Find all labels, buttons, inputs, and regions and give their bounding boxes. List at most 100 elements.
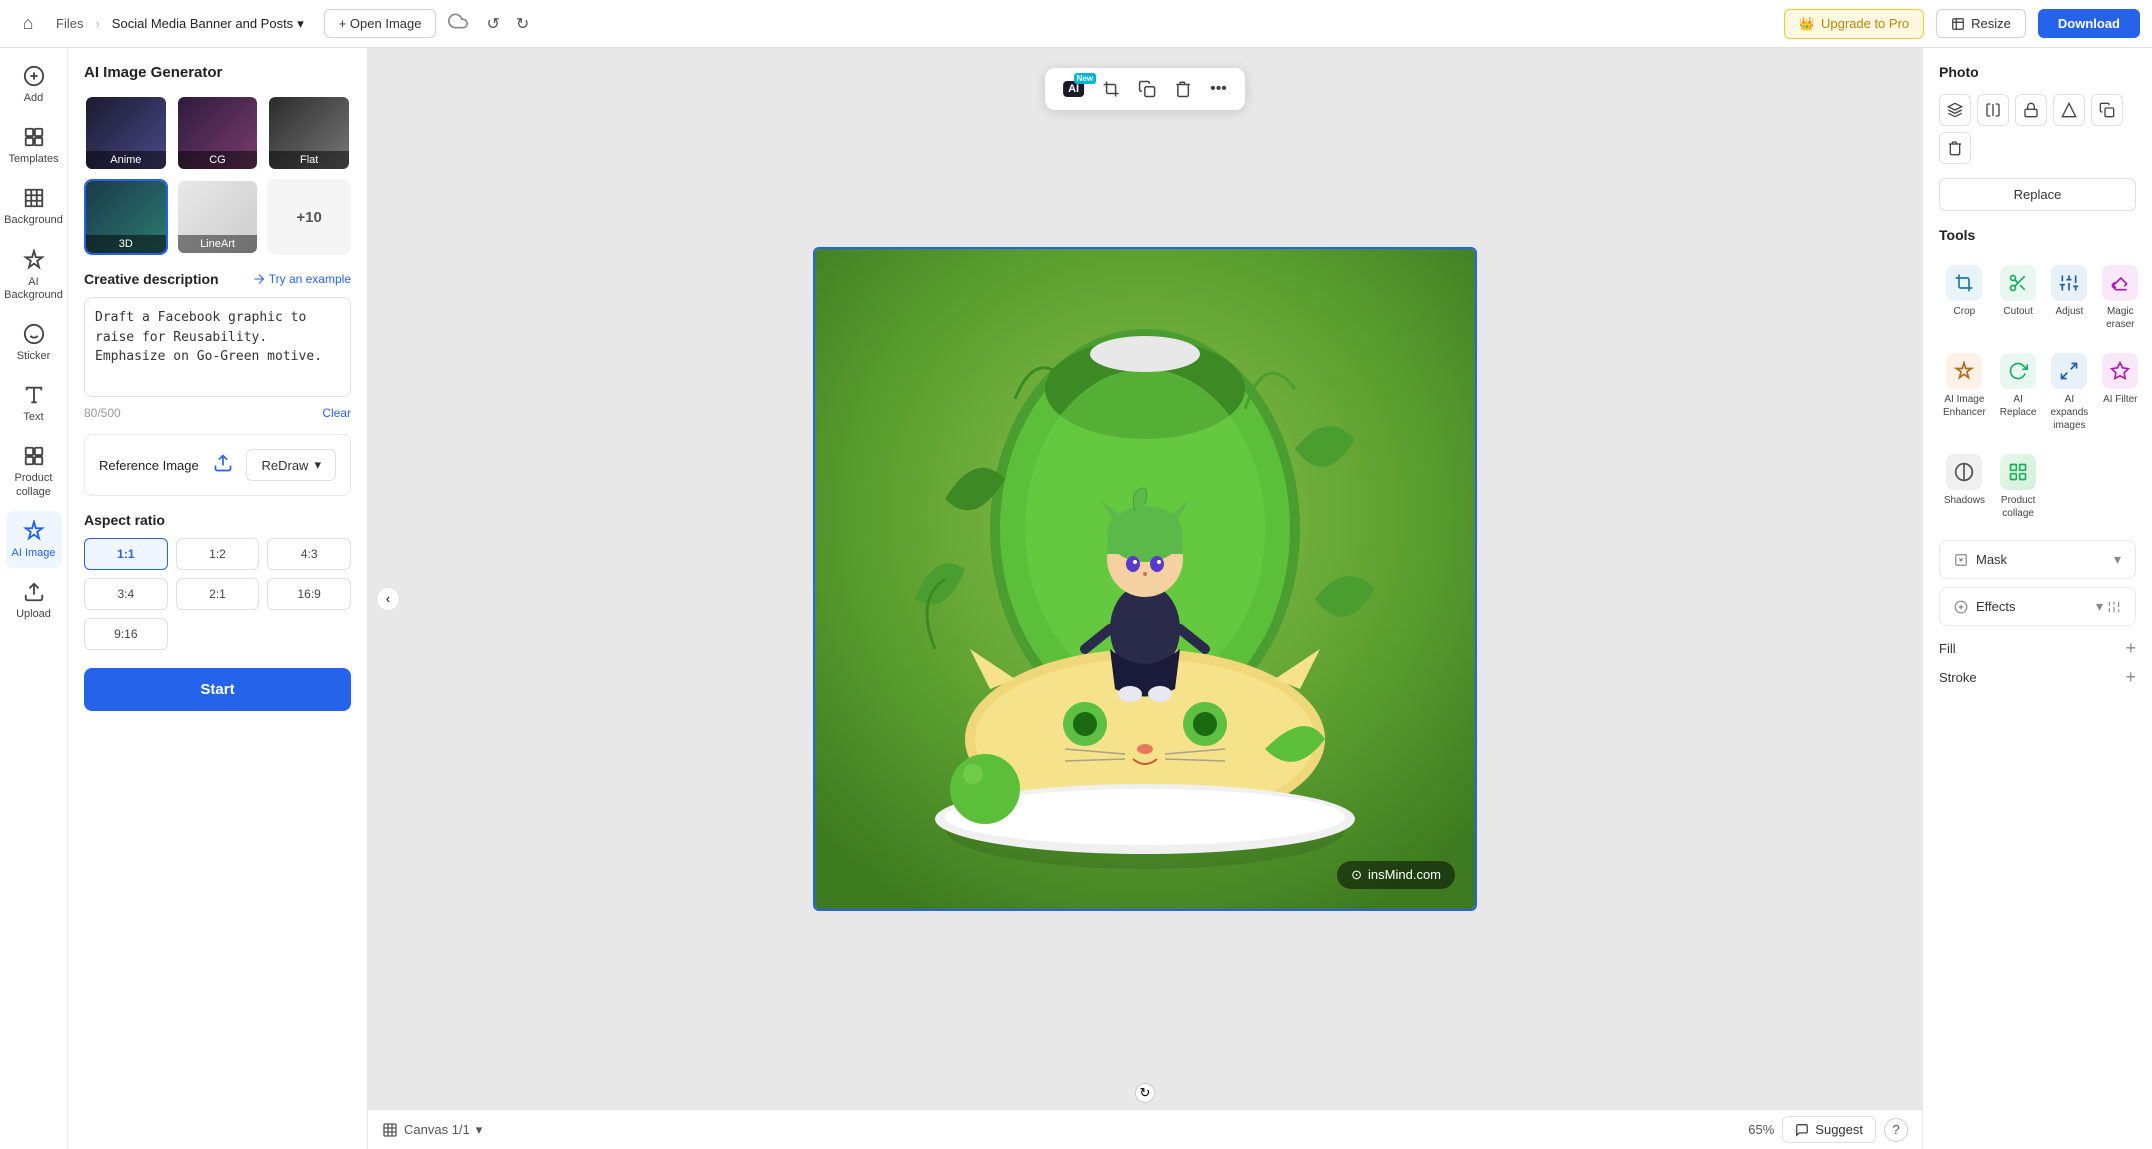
- tool-shadows[interactable]: Shadows: [1939, 446, 1990, 528]
- fill-add-icon[interactable]: +: [2125, 638, 2136, 659]
- sidebar-item-upload[interactable]: Upload: [6, 572, 62, 629]
- ai-replace-tool-icon: [2000, 353, 2036, 389]
- ai-enhancer-tool-label: AI Image Enhancer: [1943, 393, 1986, 419]
- delete-canvas-button[interactable]: [1166, 74, 1200, 104]
- tool-ai-enhancer[interactable]: AI Image Enhancer: [1939, 345, 1990, 440]
- sidebar-item-background[interactable]: Background: [6, 178, 62, 235]
- creative-desc-header: Creative description Try an example: [84, 271, 351, 287]
- sidebar-item-text[interactable]: Text: [6, 375, 62, 432]
- tool-adjust[interactable]: Adjust: [2046, 257, 2092, 339]
- flip-icon-button[interactable]: [1977, 94, 2009, 126]
- try-example-button[interactable]: Try an example: [253, 272, 351, 286]
- download-button[interactable]: Download: [2038, 9, 2140, 38]
- sidebar-item-templates[interactable]: Templates: [6, 117, 62, 174]
- files-link[interactable]: Files: [56, 16, 83, 31]
- effects-expand-icon: ▾: [2096, 598, 2121, 615]
- creative-description-textarea[interactable]: [84, 297, 351, 397]
- canvas-info: Canvas 1/1 ▾: [382, 1122, 482, 1138]
- mask-title: Mask: [1976, 552, 2007, 567]
- style-cg[interactable]: CG: [176, 95, 260, 171]
- ai-image-icon: [22, 519, 46, 543]
- tool-ai-replace[interactable]: AI Replace: [1996, 345, 2041, 440]
- clear-button[interactable]: Clear: [322, 406, 351, 420]
- ratio-grid: 1:1 1:2 4:3 3:4 2:1 16:9 9:16: [84, 538, 351, 650]
- sidebar-item-add[interactable]: Add: [6, 56, 62, 113]
- rotate-handle[interactable]: ↻: [1135, 1083, 1155, 1103]
- shadows-tool-icon: [1946, 454, 1982, 490]
- lock-icon-button[interactable]: [2015, 94, 2047, 126]
- sidebar-item-product-collage[interactable]: Product collage: [6, 436, 62, 506]
- resize-button[interactable]: Resize: [1936, 9, 2026, 38]
- canvas-bottom-bar: Canvas 1/1 ▾ 65% Suggest ?: [368, 1109, 1922, 1149]
- effects-section[interactable]: Effects ▾: [1939, 587, 2136, 626]
- effects-icon: [1954, 600, 1968, 614]
- chevron-down-icon: ▾: [314, 457, 321, 473]
- ai-replace-tool-label: AI Replace: [2000, 393, 2037, 419]
- open-image-button[interactable]: + Open Image: [324, 9, 437, 38]
- crop-canvas-button[interactable]: [1094, 74, 1128, 104]
- undo-button[interactable]: ↺: [480, 10, 505, 38]
- chevron-down-icon: ▾: [297, 16, 304, 32]
- start-button[interactable]: Start: [84, 668, 351, 711]
- tool-product-collage[interactable]: Product collage: [1996, 446, 2041, 528]
- cutout-tool-label: Cutout: [2003, 305, 2032, 318]
- replace-button[interactable]: Replace: [1939, 178, 2136, 211]
- suggest-button[interactable]: Suggest: [1782, 1116, 1876, 1143]
- upgrade-button[interactable]: 👑 Upgrade to Pro: [1784, 9, 1924, 39]
- style-flat-label: Flat: [269, 151, 349, 169]
- project-name[interactable]: Social Media Banner and Posts ▾: [112, 16, 304, 32]
- duplicate-icon-button[interactable]: [2091, 94, 2123, 126]
- redraw-button[interactable]: ReDraw ▾: [246, 449, 336, 481]
- tool-crop[interactable]: Crop: [1939, 257, 1990, 339]
- desc-footer: 80/500 Clear: [84, 406, 351, 420]
- sidebar-item-label: Product collage: [10, 472, 58, 498]
- background-icon: [22, 186, 46, 210]
- style-3d[interactable]: 3D: [84, 179, 168, 255]
- sidebar-item-ai-background[interactable]: AI Background: [6, 240, 62, 310]
- undo-redo-group: ↺ ↻: [480, 10, 535, 38]
- ratio-4-3[interactable]: 4:3: [267, 538, 351, 570]
- ratio-9-16[interactable]: 9:16: [84, 618, 168, 650]
- style-cg-label: CG: [178, 151, 258, 169]
- canvas-expand-icon[interactable]: ▾: [476, 1122, 483, 1138]
- sidebar-item-label: AI Image: [11, 547, 55, 560]
- stroke-add-icon[interactable]: +: [2125, 667, 2136, 688]
- magic-eraser-tool-label: Magic eraser: [2102, 305, 2138, 331]
- upload-reference-button[interactable]: [213, 453, 233, 478]
- collapse-sidebar-button[interactable]: ‹: [376, 587, 400, 611]
- tool-ai-expands[interactable]: AI expands images: [2046, 345, 2092, 440]
- ratio-16-9[interactable]: 16:9: [267, 578, 351, 610]
- sidebar-item-ai-image[interactable]: AI Image: [6, 511, 62, 568]
- templates-icon: [22, 125, 46, 149]
- more-canvas-button[interactable]: •••: [1202, 74, 1235, 104]
- sidebar-item-sticker[interactable]: Sticker: [6, 314, 62, 371]
- delete-icon-button[interactable]: [1939, 132, 1971, 164]
- redo-button[interactable]: ↻: [510, 10, 535, 38]
- tool-magic-eraser[interactable]: Magic eraser: [2098, 257, 2142, 339]
- shape-icon-button[interactable]: [2053, 94, 2085, 126]
- style-flat[interactable]: Flat: [267, 95, 351, 171]
- ratio-1-1[interactable]: 1:1: [84, 538, 168, 570]
- style-anime[interactable]: Anime: [84, 95, 168, 171]
- magic-eraser-tool-icon: [2102, 265, 2138, 301]
- style-more-button[interactable]: +10: [267, 179, 351, 255]
- layers-icon-button[interactable]: [1939, 94, 1971, 126]
- home-button[interactable]: ⌂: [12, 8, 44, 40]
- ai-background-icon: [22, 248, 46, 272]
- cloud-sync-icon[interactable]: [448, 11, 468, 36]
- ratio-2-1[interactable]: 2:1: [176, 578, 260, 610]
- canvas-content: ‹: [368, 48, 1922, 1109]
- tool-cutout[interactable]: Cutout: [1996, 257, 2041, 339]
- breadcrumb-separator: ›: [95, 16, 99, 31]
- zoom-level: 65%: [1748, 1122, 1774, 1137]
- help-button[interactable]: ?: [1884, 1118, 1908, 1142]
- mask-section[interactable]: Mask ▾: [1939, 540, 2136, 579]
- duplicate-canvas-button[interactable]: [1130, 74, 1164, 104]
- tool-ai-filter[interactable]: AI Filter: [2098, 345, 2142, 440]
- ratio-3-4[interactable]: 3:4: [84, 578, 168, 610]
- photo-icons-row: [1939, 94, 2136, 164]
- style-lineart[interactable]: LineArt: [176, 179, 260, 255]
- ai-tool-button[interactable]: AI New: [1055, 75, 1092, 103]
- sidebar-item-label: Sticker: [17, 350, 51, 363]
- ratio-1-2[interactable]: 1:2: [176, 538, 260, 570]
